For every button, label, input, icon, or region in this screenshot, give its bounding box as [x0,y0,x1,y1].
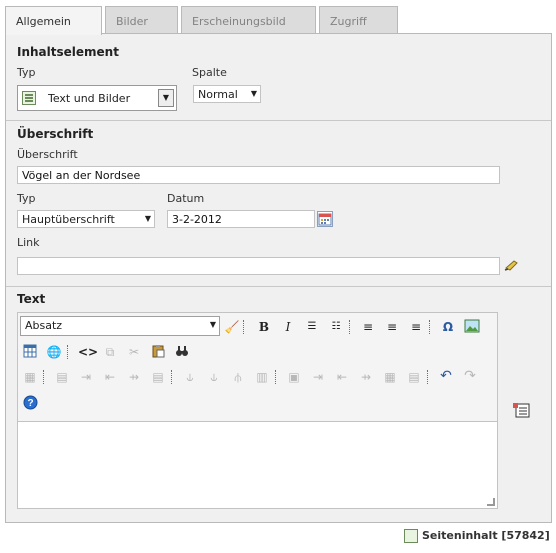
cell-insert-after-icon[interactable]: ⇤ [334,369,350,385]
column-split-icon[interactable]: ▥ [254,369,270,385]
tab-bilder[interactable]: Bilder [105,6,178,34]
tab-erscheinungsbild[interactable]: Erscheinungsbild [181,6,316,34]
content-type-value: Text und Bilder [48,92,131,105]
date-input[interactable]: 3-2-2012 [167,210,315,228]
column-delete-icon[interactable]: ⫛ [230,369,246,385]
svg-text:?: ? [27,398,33,409]
cell-properties-icon[interactable]: ▣ [286,369,302,385]
row-delete-icon[interactable]: ⇸ [126,369,142,385]
header-type-select[interactable]: Hauptüberschrift ▼ [17,210,155,228]
cell-delete-icon[interactable]: ⇸ [358,369,374,385]
insert-link-icon[interactable]: 🌐 [46,344,62,360]
toolbar-separator [43,370,44,384]
toolbar-separator [171,370,172,384]
ordered-list-icon[interactable]: ☰ [304,319,320,335]
column-label: Spalte [192,66,227,79]
resize-handle[interactable] [487,498,495,506]
tab-zugriff[interactable]: Zugriff [319,6,398,34]
special-char-icon[interactable]: Ω [440,319,456,335]
italic-icon[interactable]: I [280,319,296,335]
chevron-down-icon: ▼ [250,89,257,98]
record-label: Seiteninhalt [57842] [422,529,550,542]
toolbar-separator [275,370,276,384]
cell-split-icon[interactable]: ▦ [382,369,398,385]
link-input[interactable] [17,257,500,275]
toolbar-separator [427,370,428,384]
column-insert-after-icon[interactable]: ⫝ [206,369,222,385]
block-format-value: Absatz [25,319,63,332]
tab-label: Allgemein [16,15,71,28]
block-format-select[interactable]: Absatz ▼ [20,316,220,336]
align-center-icon[interactable]: ≡ [384,319,400,335]
redo-icon[interactable]: ↷ [462,368,478,384]
clean-format-icon[interactable]: 🧹 [224,319,240,335]
row-insert-before-icon[interactable]: ⇥ [78,369,94,385]
chevron-down-icon[interactable]: ▼ [158,89,174,107]
header-label: Überschrift [17,148,78,161]
link-label: Link [17,236,40,249]
type-label: Typ [17,66,36,79]
align-right-icon[interactable]: ≡ [408,319,424,335]
section-inhaltselement: Inhaltselement Typ Text und Bilder ▼ Spa… [6,34,551,120]
html-source-icon[interactable]: <> [78,344,98,360]
tab-allgemein[interactable]: Allgemein [5,6,102,35]
fullscreen-rte-icon[interactable] [512,402,530,418]
table-properties-icon[interactable]: ▦ [22,369,38,385]
align-left-icon[interactable]: ≡ [360,319,376,335]
help-icon[interactable]: ? [22,395,38,411]
toolbar-separator [429,320,430,334]
column-insert-before-icon[interactable]: ⫝ [182,369,198,385]
unordered-list-icon[interactable]: ☷ [328,319,344,335]
rich-text-editor: Absatz ▼ 🧹 B I ☰ ☷ ≡ ≡ ≡ Ω 🌐 <> ⧉ ✂ ▦ ▤ … [17,312,498,509]
tab-label: Zugriff [330,15,367,28]
cell-merge-icon[interactable]: ▤ [406,369,422,385]
content-type-select[interactable]: Text und Bilder ▼ [17,85,177,111]
insert-image-icon[interactable] [464,318,480,334]
paste-icon[interactable] [150,344,166,360]
content-record-icon [404,529,418,543]
tab-label: Bilder [116,15,148,28]
column-value: Normal [198,88,238,101]
form-panel: Inhaltselement Typ Text und Bilder ▼ Spa… [5,33,552,523]
section-title: Überschrift [17,127,94,141]
copy-icon[interactable]: ⧉ [102,344,118,360]
section-title: Text [17,292,46,306]
record-footer: Seiteninhalt [57842] [404,529,550,543]
find-replace-icon[interactable] [174,344,190,360]
toolbar-separator [67,345,68,359]
date-label: Datum [167,192,205,205]
section-title: Inhaltselement [17,45,119,59]
row-split-icon[interactable]: ▤ [150,369,166,385]
cut-icon[interactable]: ✂ [126,344,142,360]
header-type-value: Hauptüberschrift [22,213,115,226]
rte-editing-area[interactable] [18,421,497,508]
text-image-icon [22,91,36,105]
table-icon[interactable] [22,344,38,360]
calendar-icon[interactable] [317,211,333,227]
column-select[interactable]: Normal ▼ [193,85,261,103]
toolbar-separator [349,320,350,334]
toolbar-separator [243,320,244,334]
tab-label: Erscheinungsbild [192,15,286,28]
undo-icon[interactable]: ↶ [438,368,454,384]
header-input[interactable]: Vögel an der Nordsee [17,166,500,184]
header-type-label: Typ [17,192,36,205]
section-ueberschrift: Überschrift Überschrift Vögel an der Nor… [6,120,551,286]
cell-insert-before-icon[interactable]: ⇥ [310,369,326,385]
chevron-down-icon: ▼ [209,320,216,329]
row-properties-icon[interactable]: ▤ [54,369,70,385]
link-wizard-icon[interactable] [504,258,520,274]
row-insert-after-icon[interactable]: ⇤ [102,369,118,385]
bold-icon[interactable]: B [256,319,272,335]
chevron-down-icon: ▼ [144,214,151,223]
